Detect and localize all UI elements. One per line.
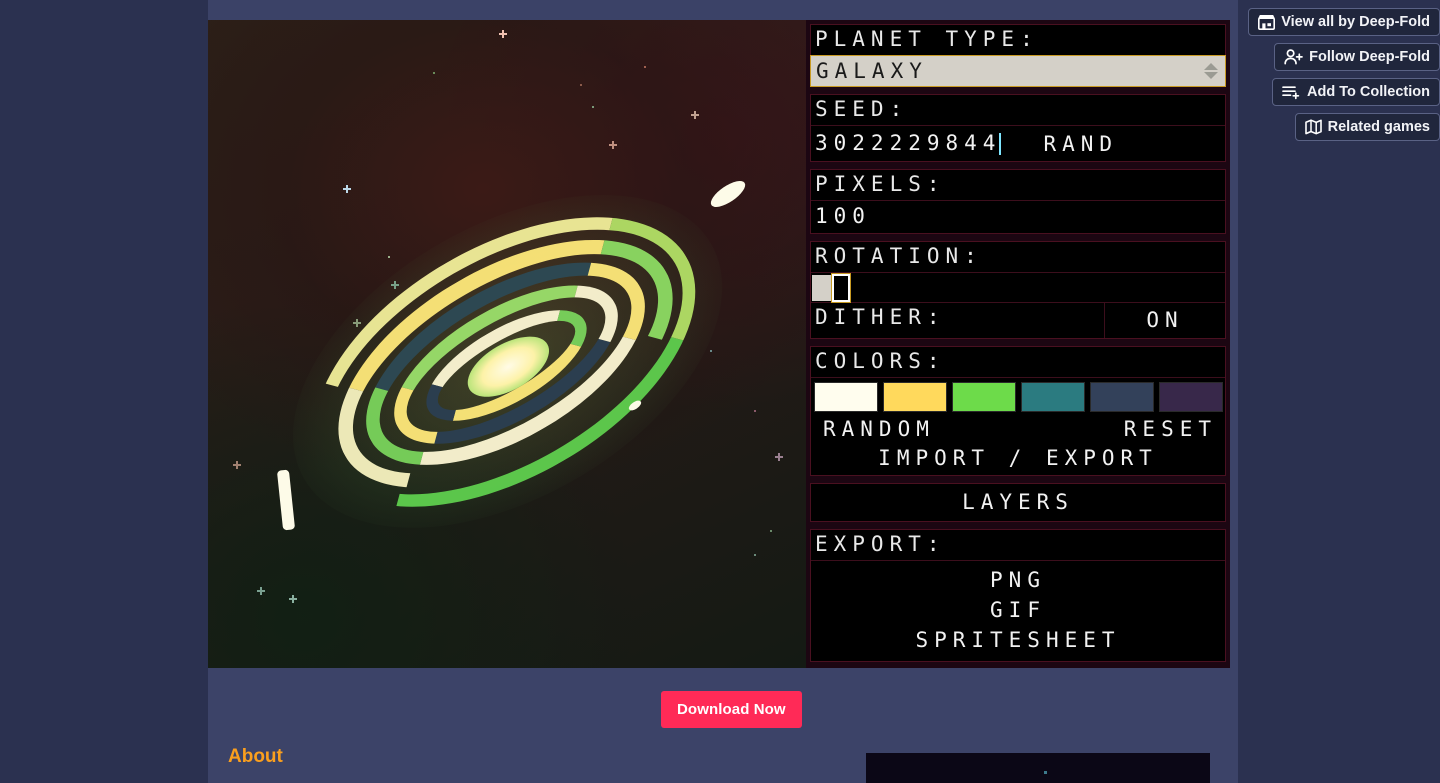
- page-top-strip: [208, 0, 1238, 20]
- export-spritesheet-button[interactable]: SPRITESHEET: [811, 625, 1225, 655]
- star: [580, 84, 582, 86]
- rotation-slider[interactable]: [811, 273, 1225, 303]
- planet-type-select[interactable]: GALAXY: [810, 55, 1226, 87]
- colors-button-row: RANDOM RESET: [811, 416, 1225, 446]
- rotation-label: ROTATION:: [815, 244, 983, 268]
- export-label: EXPORT:: [815, 531, 946, 556]
- pixels-input-row[interactable]: 100: [811, 201, 1225, 233]
- download-section: Download Now About: [208, 668, 1238, 783]
- about-screenshot-thumbnail[interactable]: [866, 753, 1210, 783]
- related-games-button[interactable]: Related games: [1294, 113, 1440, 141]
- color-swatch[interactable]: [883, 382, 947, 412]
- pixels-label-row: PIXELS:: [811, 170, 1225, 201]
- star: [754, 554, 756, 556]
- person-add-icon: [1284, 49, 1304, 65]
- star: [770, 530, 772, 532]
- rotation-dither-group: ROTATION: DITHER: ON: [810, 241, 1226, 339]
- colors-reset-button[interactable]: RESET: [1124, 416, 1217, 444]
- seed-input-row[interactable]: 3022229844 RAND: [811, 126, 1225, 161]
- download-now-button[interactable]: Download Now: [661, 691, 802, 728]
- map-icon: [1304, 119, 1322, 135]
- dither-row: DITHER: ON: [811, 303, 1225, 338]
- colors-group: COLORS: RANDOM RESET IMPORT / EXPORT: [810, 346, 1226, 476]
- star: [343, 185, 351, 193]
- star: [289, 595, 297, 603]
- colors-random-button[interactable]: RANDOM: [823, 416, 935, 444]
- star: [775, 453, 783, 461]
- layers-button[interactable]: LAYERS: [811, 484, 1225, 521]
- pixels-group: PIXELS: 100: [810, 169, 1226, 234]
- add-to-collection-label: Add To Collection: [1307, 84, 1430, 100]
- planet-type-value: GALAXY: [816, 58, 928, 83]
- layers-group[interactable]: LAYERS: [810, 482, 1226, 522]
- export-options: PNG GIF SPRITESHEET: [811, 561, 1225, 661]
- view-all-by-author-label: View all by Deep-Fold: [1281, 14, 1430, 30]
- star: [499, 30, 507, 38]
- rotation-label-row: ROTATION:: [811, 242, 1225, 273]
- export-label-row: EXPORT:: [811, 530, 1225, 561]
- color-swatch[interactable]: [814, 382, 878, 412]
- export-group: EXPORT: PNG GIF SPRITESHEET: [810, 528, 1226, 662]
- seed-input[interactable]: 3022229844: [811, 126, 1001, 161]
- thumbnail-star: [1044, 771, 1047, 774]
- rotation-slider-thumb[interactable]: [831, 273, 851, 303]
- rotation-slider-fill: [812, 275, 834, 301]
- pixels-label: PIXELS:: [815, 172, 946, 196]
- follow-author-button[interactable]: Follow Deep-Fold: [1274, 43, 1440, 71]
- export-gif-button[interactable]: GIF: [811, 595, 1225, 625]
- follow-author-label: Follow Deep-Fold: [1309, 49, 1430, 65]
- color-swatch[interactable]: [1159, 382, 1223, 412]
- control-panel: PLANET TYPE: GALAXY SEED: 3022229844 RAN…: [806, 20, 1230, 668]
- page-root: PLANET TYPE: GALAXY SEED: 3022229844 RAN…: [0, 0, 1440, 783]
- star: [257, 587, 265, 595]
- text-caret: [999, 132, 1002, 155]
- star: [233, 461, 241, 469]
- seed-label-row: SEED:: [811, 95, 1225, 126]
- about-heading: About: [228, 746, 283, 767]
- action-button-list: View all by Deep-Fold Follow Deep-Fold A…: [1238, 8, 1440, 148]
- colors-label-row: COLORS:: [811, 347, 1225, 378]
- pixels-input[interactable]: 100: [811, 201, 1225, 233]
- star: [433, 72, 435, 74]
- dither-label: DITHER:: [815, 305, 946, 329]
- color-swatch[interactable]: [952, 382, 1016, 412]
- store-icon: [1258, 14, 1276, 30]
- add-to-collection-button[interactable]: Add To Collection: [1272, 78, 1440, 106]
- planet-preview-canvas[interactable]: [208, 20, 806, 668]
- planet-type-label: PLANET TYPE:: [815, 27, 1039, 51]
- planet-type-group: PLANET TYPE: GALAXY: [810, 24, 1226, 87]
- related-games-label: Related games: [1327, 119, 1430, 135]
- colors-import-export-button[interactable]: IMPORT / EXPORT: [811, 446, 1225, 475]
- seed-group: SEED: 3022229844 RAND: [810, 94, 1226, 162]
- view-all-by-author-button[interactable]: View all by Deep-Fold: [1248, 8, 1440, 36]
- planet-type-label-row: PLANET TYPE:: [811, 25, 1225, 56]
- color-swatch[interactable]: [1090, 382, 1154, 412]
- color-swatch-list: [811, 378, 1225, 416]
- chevron-updown-icon[interactable]: [1204, 63, 1218, 79]
- color-swatch[interactable]: [1021, 382, 1085, 412]
- colors-label: COLORS:: [815, 349, 946, 373]
- seed-label: SEED:: [815, 97, 909, 121]
- dither-toggle[interactable]: ON: [1105, 303, 1225, 338]
- embedded-app-frame[interactable]: PLANET TYPE: GALAXY SEED: 3022229844 RAN…: [208, 20, 1230, 668]
- export-png-button[interactable]: PNG: [811, 565, 1225, 595]
- dither-label-cell: DITHER:: [811, 303, 1105, 338]
- page-content-column: PLANET TYPE: GALAXY SEED: 3022229844 RAN…: [208, 0, 1238, 783]
- list-add-icon: [1282, 84, 1301, 100]
- seed-rand-button[interactable]: RAND: [1043, 132, 1118, 156]
